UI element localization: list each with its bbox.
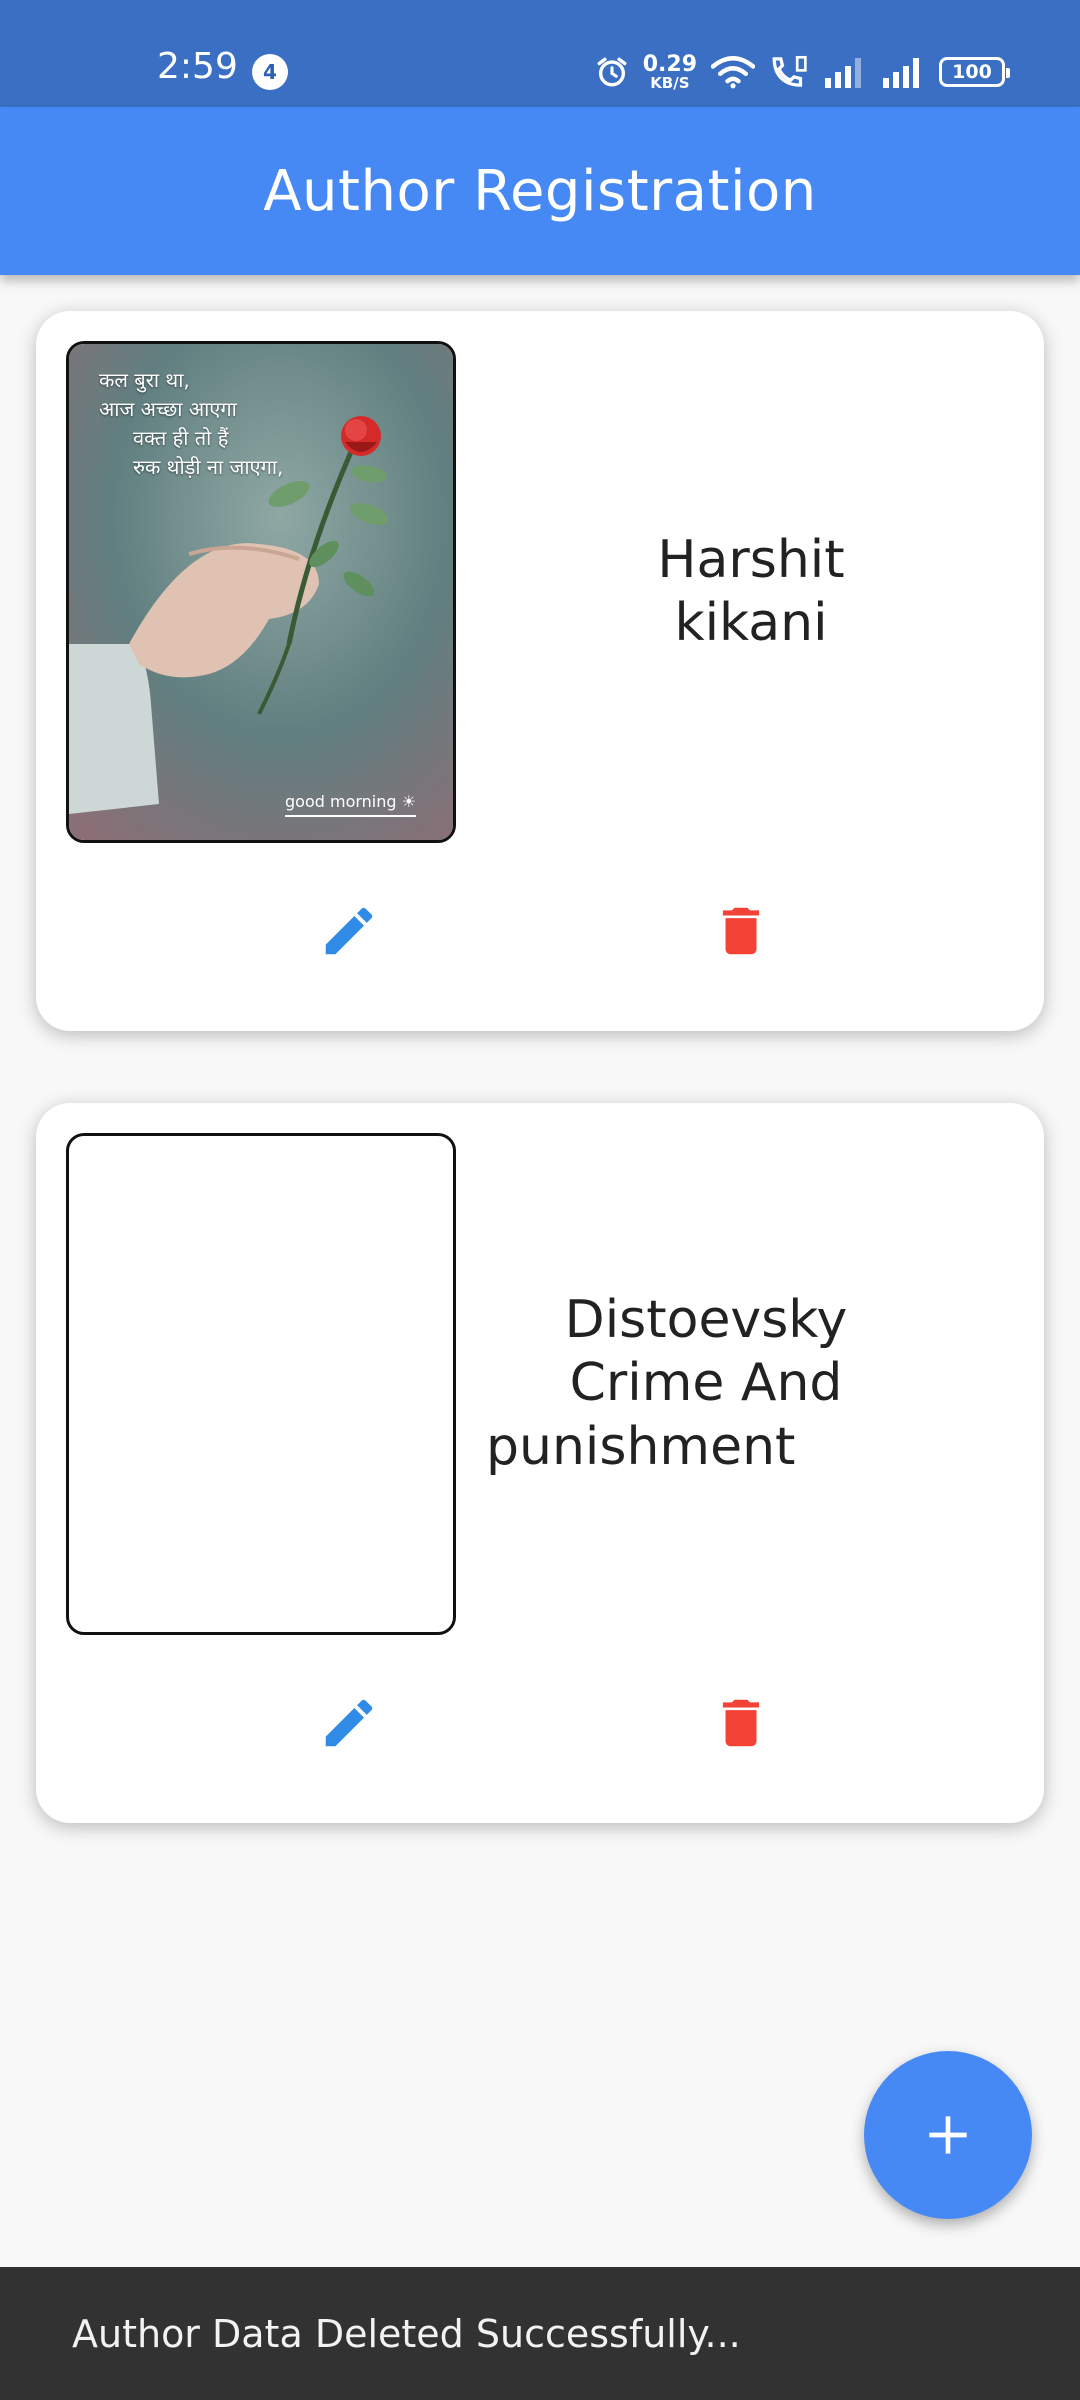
delete-button[interactable] <box>696 886 786 976</box>
notification-badge: 4 <box>252 54 288 90</box>
author-card[interactable]: कल बुरा था, आज अच्छा आएगा वक्त ही तो हैं… <box>36 311 1044 1031</box>
edit-button[interactable] <box>304 1678 394 1768</box>
delete-button[interactable] <box>696 1678 786 1768</box>
page-title: Author Registration <box>263 158 817 224</box>
network-speed: 0.29 KB/S <box>642 51 697 92</box>
status-bar: 2:59 4 0.29 KB/S 100 <box>0 0 1080 107</box>
status-time: 2:59 <box>157 46 238 87</box>
app-bar: Author Registration <box>0 107 1080 275</box>
battery-indicator: 100 <box>939 57 1010 87</box>
image-caption: good morning ☀ <box>285 792 416 817</box>
wifi-calling-icon <box>772 55 807 87</box>
wifi-icon <box>711 56 755 89</box>
alarm-icon <box>597 57 627 87</box>
signal-icon-sim2 <box>883 58 919 88</box>
pencil-icon <box>325 1699 373 1747</box>
pencil-icon <box>325 907 373 955</box>
author-name: Distoevsky Crime And punishment <box>486 1289 848 1477</box>
author-image: कल बुरा था, आज अच्छा आएगा वक्त ही तो हैं… <box>66 341 456 843</box>
trash-icon <box>722 907 760 955</box>
trash-icon <box>722 1699 760 1747</box>
plus-icon <box>929 2116 967 2154</box>
author-image-empty <box>66 1133 456 1635</box>
author-card[interactable]: Distoevsky Crime And punishment <box>36 1103 1044 1823</box>
status-icons: 0.29 KB/S 100 <box>595 50 1010 94</box>
author-name: Harshit kikani <box>657 529 845 653</box>
edit-button[interactable] <box>304 886 394 976</box>
add-author-button[interactable] <box>864 2051 1032 2219</box>
snackbar-message: Author Data Deleted Successfully... <box>72 2311 741 2356</box>
image-quote: कल बुरा था, आज अच्छा आएगा वक्त ही तो हैं… <box>99 368 284 479</box>
signal-icon-sim1 <box>825 58 861 88</box>
snackbar: Author Data Deleted Successfully... <box>0 2267 1080 2400</box>
